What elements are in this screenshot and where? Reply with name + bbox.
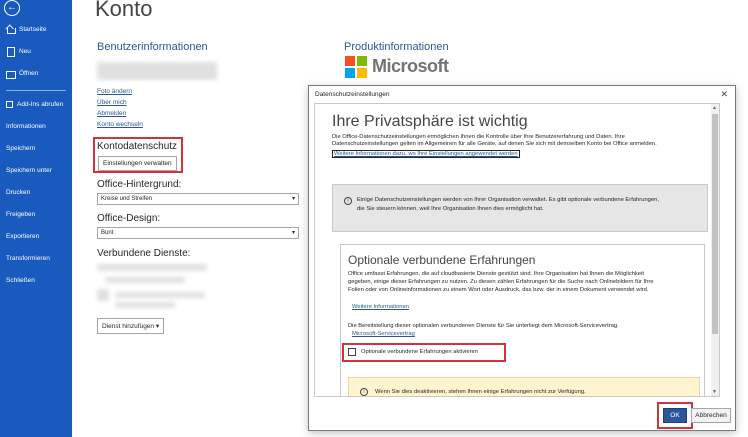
optional-text-3: Folien oder von Onlineinformationen zu e… <box>348 287 649 293</box>
info-icon: i <box>360 388 368 396</box>
close-icon[interactable]: ✕ <box>720 89 728 100</box>
scroll-thumb[interactable] <box>712 114 718 334</box>
service-redacted <box>115 292 205 298</box>
nav-startseite[interactable]: Startseite <box>0 19 72 39</box>
service-redacted <box>97 264 207 271</box>
nav-label: Neu <box>19 47 31 55</box>
optional-experiences-section: Optionale verbundene Erfahrungen Office … <box>340 244 705 396</box>
ok-button[interactable]: OK <box>663 408 687 423</box>
info-text-1: Einige Datenschutzeinstellungen werden v… <box>357 197 659 203</box>
org-managed-info-bar: i Einige Datenschutzeinstellungen werden… <box>332 184 708 232</box>
background-select[interactable]: Kreise und Streifen ▾ <box>97 193 299 205</box>
cancel-button[interactable]: Abbrechen <box>691 408 731 423</box>
nav-freigeben[interactable]: Freigeben <box>0 204 72 224</box>
home-icon <box>6 25 16 34</box>
dialog-scroll-area[interactable]: Ihre Privatsphäre ist wichtig Die Office… <box>314 103 720 397</box>
nav-label: Drucken <box>6 188 31 196</box>
microsoft-logo-icon <box>345 56 367 78</box>
service-redacted <box>97 289 109 301</box>
manage-settings-button[interactable]: Einstellungen verwalten <box>98 156 177 171</box>
dialog-title: Datenschutzeinstellungen <box>315 91 390 98</box>
product-info-heading: Produktinformationen <box>344 41 449 53</box>
account-privacy-heading: Kontodatenschutz <box>97 141 178 152</box>
privacy-settings-dialog: Datenschutzeinstellungen ✕ Ihre Privatsp… <box>308 85 736 431</box>
contract-text: Die Bereitstellung dieser optionalen ver… <box>348 323 619 329</box>
nav-label: Öffnen <box>19 69 39 77</box>
backstage-sidebar: ← Startseite Neu Öffnen Add-Ins abrufen … <box>0 0 72 437</box>
user-name-redacted <box>97 62 217 80</box>
nav-label: Speichern <box>6 144 36 152</box>
nav-label: Speichern unter <box>6 166 52 174</box>
nav-label: Exportieren <box>6 232 40 240</box>
services-label: Verbundene Dienste: <box>97 248 191 259</box>
add-ins-icon <box>6 100 13 108</box>
nav-exportieren[interactable]: Exportieren <box>0 226 72 246</box>
nav-divider <box>6 90 66 91</box>
nav-speichern[interactable]: Speichern <box>0 138 72 158</box>
design-label: Office-Design: <box>97 213 161 224</box>
nav-informationen[interactable]: Informationen <box>0 116 72 136</box>
nav-label: Transformieren <box>6 254 50 262</box>
scroll-up-icon[interactable]: ▲ <box>712 105 717 111</box>
nav-drucken[interactable]: Drucken <box>0 182 72 202</box>
add-service-label: Dienst hinzufügen <box>102 323 155 330</box>
change-photo-link[interactable]: Foto ändern <box>97 88 132 95</box>
service-redacted <box>115 302 175 308</box>
scroll-down-icon[interactable]: ▼ <box>712 389 717 395</box>
nav-neu[interactable]: Neu <box>0 41 72 61</box>
chevron-down-icon: ▾ <box>155 323 160 330</box>
nav-add-ins[interactable]: Add-Ins abrufen <box>0 94 72 114</box>
intro-text-2: Datenschutzeinstellungen gelten im Allge… <box>332 141 657 147</box>
design-value: Bunt <box>101 230 114 236</box>
nav-label: Add-Ins abrufen <box>17 100 64 108</box>
switch-account-link[interactable]: Konto wechseln <box>97 121 143 128</box>
checkbox-label[interactable]: Optionale verbundene Erfahrungen aktivie… <box>361 349 478 357</box>
add-service-button[interactable]: Dienst hinzufügen ▾ <box>97 318 165 334</box>
optional-experiences-checkbox[interactable] <box>348 348 356 356</box>
design-select[interactable]: Bunt ▾ <box>97 227 299 239</box>
nav-schliessen[interactable]: Schließen <box>0 270 72 290</box>
background-value: Kreise und Streifen <box>101 196 153 202</box>
microsoft-wordmark: Microsoft <box>372 56 449 76</box>
warning-bar: i Wenn Sie dies deaktivieren, stehen Ihn… <box>348 377 700 396</box>
service-redacted <box>105 277 185 283</box>
background-label: Office-Hintergrund: <box>97 179 182 190</box>
user-info-heading: Benutzerinformationen <box>97 41 208 53</box>
optional-text-1: Office umfasst Erfahrungen, die auf clou… <box>348 271 645 277</box>
service-agreement-link[interactable]: Microsoft-Servicevertrag <box>352 331 415 337</box>
nav-speichern-unter[interactable]: Speichern unter <box>0 160 72 180</box>
back-arrow-icon[interactable]: ← <box>4 0 20 16</box>
optional-more-info-link[interactable]: Weitere Informationen <box>352 304 409 310</box>
settings-apply-link[interactable]: Weitere Informationen dazu, wo Ihre Eins… <box>332 150 520 158</box>
info-text-2: die Sie steuern können, weil Ihre Organi… <box>357 206 544 212</box>
page-title: Konto <box>95 0 153 21</box>
optional-text-2: gegeben, einige dieser Erfahrungen zu nu… <box>348 279 654 285</box>
warning-text: Wenn Sie dies deaktivieren, stehen Ihnen… <box>375 389 586 395</box>
chevron-down-icon: ▾ <box>291 196 295 202</box>
nav-label: Freigeben <box>6 210 36 218</box>
optional-experiences-heading: Optionale verbundene Erfahrungen <box>348 253 536 267</box>
chevron-down-icon: ▾ <box>291 230 295 236</box>
vertical-scrollbar[interactable]: ▲ ▼ <box>711 104 719 396</box>
open-folder-icon <box>6 69 16 79</box>
nav-label: Informationen <box>6 122 46 130</box>
info-icon: i <box>344 197 352 205</box>
new-document-icon <box>6 46 15 57</box>
nav-label: Schließen <box>6 276 35 284</box>
about-me-link[interactable]: Über mich <box>97 99 127 106</box>
nav-transformieren[interactable]: Transformieren <box>0 248 72 268</box>
sign-out-link[interactable]: Abmelden <box>97 110 126 117</box>
nav-oeffnen[interactable]: Öffnen <box>0 63 72 83</box>
privacy-heading: Ihre Privatsphäre ist wichtig <box>332 113 528 130</box>
nav-label: Startseite <box>19 25 47 33</box>
